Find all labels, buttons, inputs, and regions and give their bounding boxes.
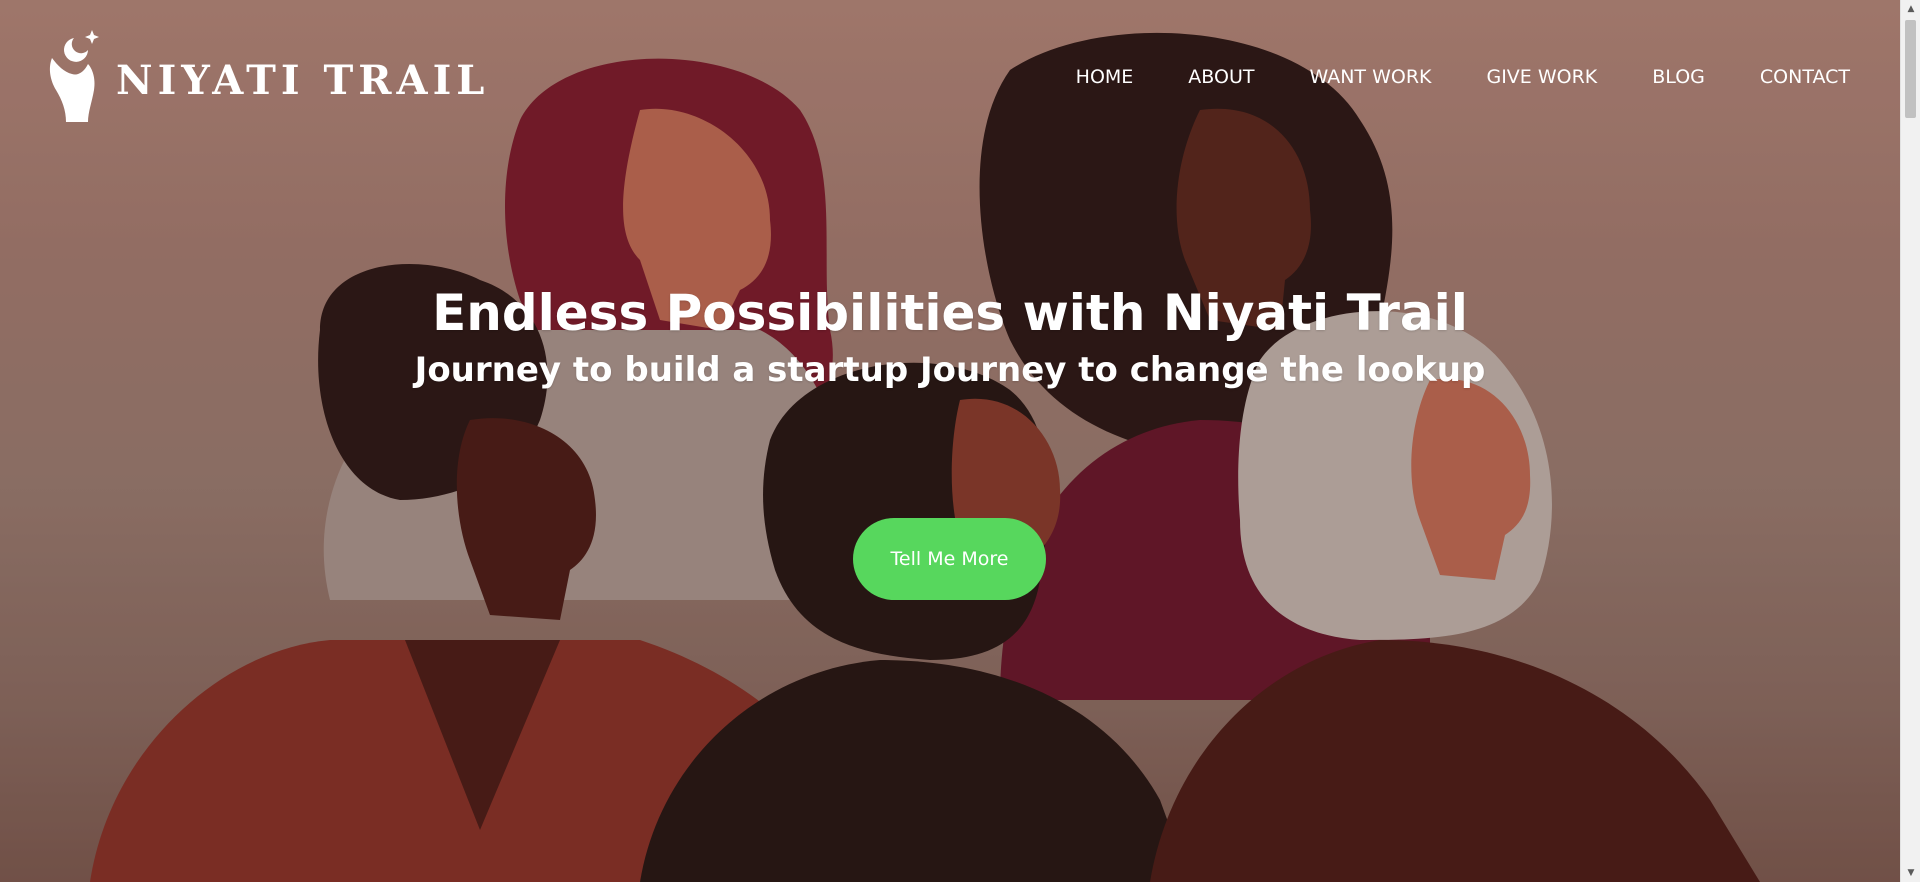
- hero-overlay: [0, 0, 1900, 882]
- brand-name: NIYATI TRAIL: [116, 57, 490, 104]
- nav-about[interactable]: ABOUT: [1188, 66, 1254, 88]
- nav-contact[interactable]: CONTACT: [1760, 66, 1850, 88]
- tell-me-more-button[interactable]: Tell Me More: [853, 518, 1046, 600]
- nav-give-work[interactable]: GIVE WORK: [1486, 66, 1597, 88]
- hero-title: Endless Possibilities with Niyati Trail: [432, 284, 1468, 342]
- nav-want-work[interactable]: WANT WORK: [1309, 66, 1431, 88]
- brand-logo[interactable]: NIYATI TRAIL: [44, 28, 489, 124]
- page-scrollbar[interactable]: ▲ ▼: [1900, 0, 1920, 882]
- hero-section: NIYATI TRAIL HOME ABOUT WANT WORK GIVE W…: [0, 0, 1900, 882]
- scroll-thumb[interactable]: [1905, 20, 1916, 118]
- scroll-down-icon[interactable]: ▼: [1901, 864, 1920, 882]
- hero-subtitle: Journey to build a startup Journey to ch…: [414, 350, 1486, 390]
- nav-home[interactable]: HOME: [1076, 66, 1134, 88]
- main-nav: HOME ABOUT WANT WORK GIVE WORK BLOG CONT…: [1021, 66, 1850, 88]
- nav-blog[interactable]: BLOG: [1652, 66, 1705, 88]
- scroll-up-icon[interactable]: ▲: [1901, 0, 1920, 18]
- hand-moon-icon: [49, 30, 99, 122]
